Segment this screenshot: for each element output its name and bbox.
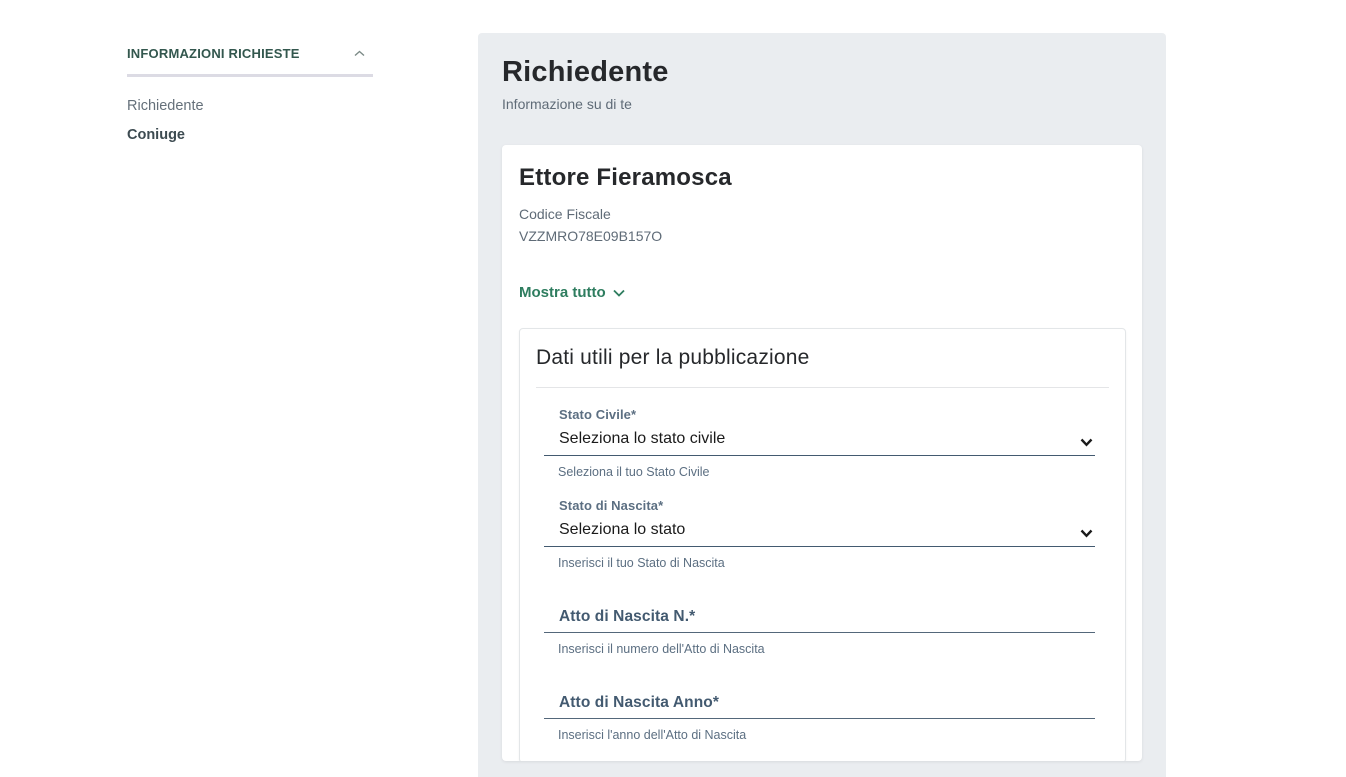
atto-di-nascita-n-helper: Inserisci il numero dell'Atto di Nascita <box>558 642 1095 656</box>
stato-di-nascita-select[interactable]: Seleziona lo stato <box>544 521 1095 547</box>
atto-di-nascita-n-line: Atto di Nascita N.* <box>544 607 1095 633</box>
applicant-card: Ettore Fieramosca Codice Fiscale VZZMRO7… <box>502 145 1142 761</box>
page-subtitle: Informazione su di te <box>502 96 1142 112</box>
sidebar-item-richiedente[interactable]: Richiedente <box>127 97 373 117</box>
field-atto-di-nascita-anno: Atto di Nascita Anno* Inserisci l'anno d… <box>544 693 1095 742</box>
stato-civile-label: Stato Civile* <box>559 407 1095 422</box>
publication-data-section: Dati utili per la pubblicazione Stato Ci… <box>519 328 1126 761</box>
stato-civile-select[interactable]: Seleziona lo stato civile <box>544 430 1095 456</box>
show-all-label: Mostra tutto <box>519 284 606 301</box>
fiscal-code-label: Codice Fiscale <box>519 206 1126 222</box>
stato-civile-selected-value: Seleziona lo stato civile <box>559 430 725 448</box>
atto-di-nascita-anno-input[interactable] <box>544 693 1095 718</box>
atto-di-nascita-n-input[interactable] <box>544 607 1095 632</box>
main-panel: Richiedente Informazione su di te Ettore… <box>478 33 1166 777</box>
field-stato-civile: Stato Civile* Seleziona lo stato civile … <box>544 407 1095 479</box>
chevron-down-icon <box>1080 438 1093 447</box>
stato-di-nascita-helper: Inserisci il tuo Stato di Nascita <box>558 556 1095 570</box>
stato-civile-helper: Seleziona il tuo Stato Civile <box>558 465 1095 479</box>
sidebar-divider <box>127 74 373 77</box>
form-area: Stato Civile* Seleziona lo stato civile … <box>544 407 1095 742</box>
stato-di-nascita-selected-value: Seleziona lo stato <box>559 521 685 539</box>
chevron-down-icon <box>613 289 625 297</box>
page-title: Richiedente <box>502 56 1142 89</box>
sidebar-header-label: INFORMAZIONI RICHIESTE <box>127 46 300 61</box>
sidebar-item-coniuge[interactable]: Coniuge <box>127 126 373 146</box>
atto-di-nascita-anno-helper: Inserisci l'anno dell'Atto di Nascita <box>558 728 1095 742</box>
sidebar: INFORMAZIONI RICHIESTE Richiedente Coniu… <box>127 46 373 154</box>
stato-di-nascita-label: Stato di Nascita* <box>559 498 1095 513</box>
field-stato-di-nascita: Stato di Nascita* Seleziona lo stato Ins… <box>544 498 1095 570</box>
chevron-down-icon <box>1080 529 1093 538</box>
show-all-toggle[interactable]: Mostra tutto <box>519 284 625 301</box>
atto-di-nascita-anno-line: Atto di Nascita Anno* <box>544 693 1095 719</box>
applicant-name: Ettore Fieramosca <box>519 164 1126 192</box>
sidebar-collapse-header[interactable]: INFORMAZIONI RICHIESTE <box>127 46 373 61</box>
section-divider <box>536 387 1109 388</box>
section-title: Dati utili per la pubblicazione <box>520 346 1125 370</box>
sidebar-items: Richiedente Coniuge <box>127 97 373 145</box>
field-atto-di-nascita-n: Atto di Nascita N.* Inserisci il numero … <box>544 607 1095 656</box>
fiscal-code-value: VZZMRO78E09B157O <box>519 228 1126 244</box>
chevron-up-icon <box>354 50 365 57</box>
